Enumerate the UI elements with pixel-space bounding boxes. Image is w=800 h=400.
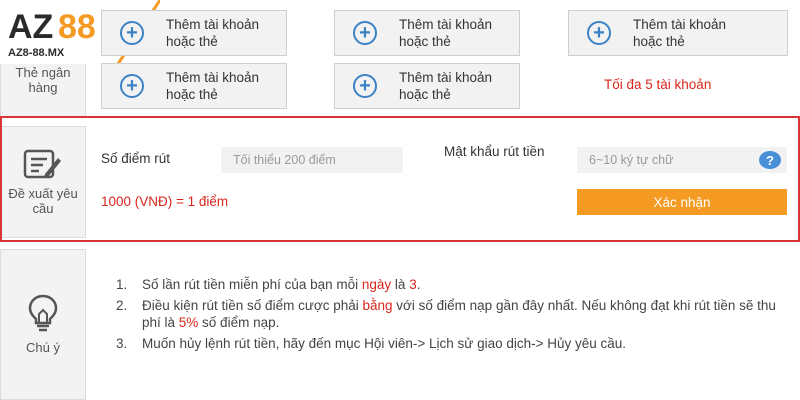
note-number: 2. xyxy=(116,298,128,313)
add-account-button-5[interactable]: + Thêm tài khoản hoặc thẻ xyxy=(334,63,520,109)
note-text: Số lần rút tiền miễn phí của bạn mỗi ngà… xyxy=(142,277,421,292)
password-input[interactable]: 6~10 ký tự chữ xyxy=(577,147,787,173)
plus-circle-icon: + xyxy=(353,21,377,45)
note-item: 3. Muốn hủy lệnh rút tiền, hãy đến mục H… xyxy=(116,335,786,352)
plus-circle-icon: + xyxy=(353,74,377,98)
max-accounts-note: Tối đa 5 tài khoản xyxy=(604,77,712,92)
points-label: Số điểm rút xyxy=(101,151,171,166)
notes-list: 1. Số lần rút tiền miễn phí của bạn mỗi … xyxy=(116,276,786,356)
note-item: 2. Điều kiện rút tiền số điểm cược phải … xyxy=(116,297,786,331)
plus-circle-icon: + xyxy=(587,21,611,45)
svg-text:AZ: AZ xyxy=(8,8,53,46)
withdraw-highlight-box xyxy=(0,116,800,242)
svg-text:AZ8-88.MX: AZ8-88.MX xyxy=(8,47,65,59)
exchange-rate-text: 1000 (VNĐ) = 1 điểm xyxy=(101,194,229,209)
add-account-label: Thêm tài khoản hoặc thẻ xyxy=(166,17,260,49)
svg-text:88: 88 xyxy=(58,8,96,46)
add-account-label: Thêm tài khoản hoặc thẻ xyxy=(633,17,727,49)
note-item: 1. Số lần rút tiền miễn phí của bạn mỗi … xyxy=(116,276,786,293)
confirm-button[interactable]: Xác nhận xyxy=(577,189,787,215)
add-account-label: Thêm tài khoản hoặc thẻ xyxy=(399,70,493,102)
note-number: 1. xyxy=(116,277,128,292)
add-account-button-2[interactable]: + Thêm tài khoản hoặc thẻ xyxy=(334,10,520,56)
add-account-button-3[interactable]: + Thêm tài khoản hoặc thẻ xyxy=(568,10,788,56)
bank-label-text: Thẻ ngân hàng xyxy=(15,65,71,95)
lightbulb-icon xyxy=(28,294,58,332)
add-account-label: Thêm tài khoản hoặc thẻ xyxy=(166,70,260,102)
add-account-button-1[interactable]: + Thêm tài khoản hoặc thẻ xyxy=(101,10,287,56)
add-account-label: Thêm tài khoản hoặc thẻ xyxy=(399,17,493,49)
points-input[interactable]: Tối thiểu 200 điểm xyxy=(221,147,403,173)
help-icon[interactable]: ? xyxy=(759,151,781,169)
notes-side-text: Chú ý xyxy=(26,340,60,355)
notes-section-label: Chú ý xyxy=(0,249,86,400)
plus-circle-icon: + xyxy=(120,74,144,98)
note-number: 3. xyxy=(116,336,128,351)
plus-circle-icon: + xyxy=(120,21,144,45)
password-label: Mật khẩu rút tiền xyxy=(444,144,545,159)
note-text: Muốn hủy lệnh rút tiền, hãy đến mục Hội … xyxy=(142,336,627,351)
add-account-button-4[interactable]: + Thêm tài khoản hoặc thẻ xyxy=(101,63,287,109)
note-text: Điều kiện rút tiền số điểm cược phải bằn… xyxy=(142,298,776,330)
